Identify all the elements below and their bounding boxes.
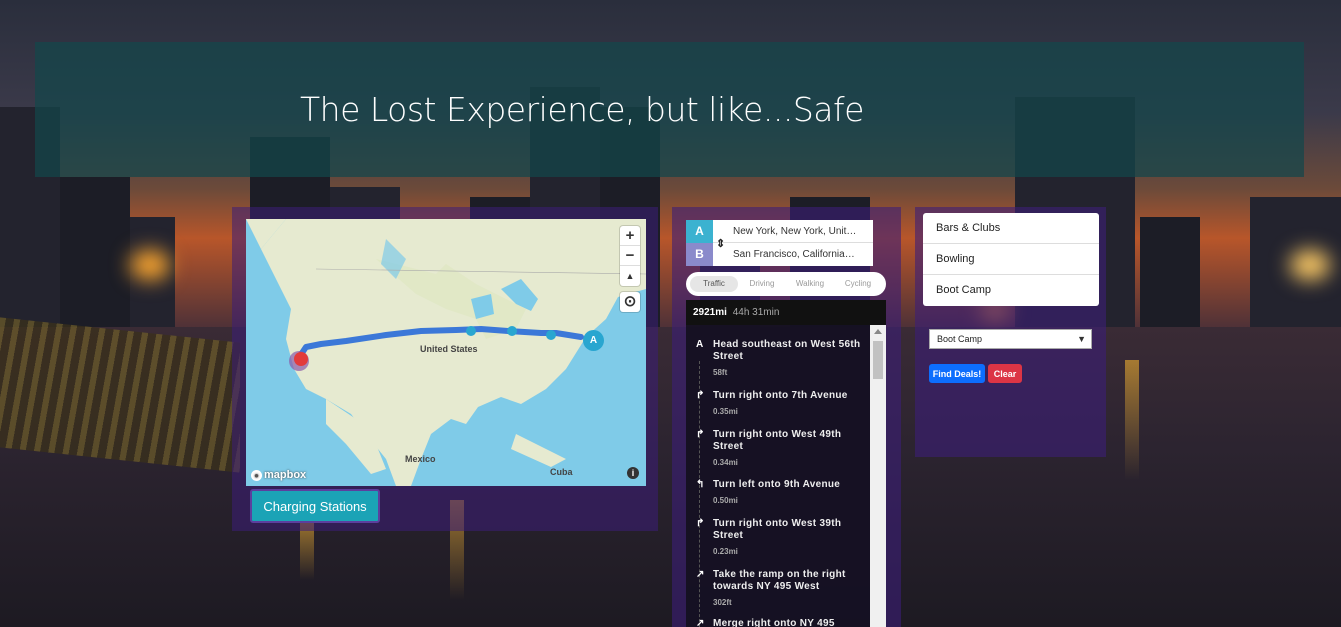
steps-list: A Head southeast on West 56th Street 58f… <box>686 325 870 627</box>
turn-left-icon: ↰ <box>696 479 705 490</box>
route-inputs: A New York, New York, United States B Sa… <box>686 220 873 266</box>
chevron-down-icon: ▼ <box>1077 334 1086 344</box>
route-map[interactable]: A United States Mexico Cuba + − ▲ ⊙ ● ma… <box>246 219 646 486</box>
route-duration: 44h 31min <box>732 307 780 318</box>
step-text: Merge right onto NY 495 <box>713 618 835 627</box>
locate-icon[interactable]: ⊙ <box>620 292 640 312</box>
step-item[interactable]: A Head southeast on West 56th Street 58f… <box>686 339 870 377</box>
category-select[interactable]: Boot Camp ▼ <box>929 329 1092 349</box>
origin-input[interactable]: New York, New York, United States <box>713 220 873 243</box>
step-distance: 302ft <box>713 598 732 607</box>
travel-mode-tabs: Traffic Driving Walking Cycling <box>686 272 886 296</box>
clear-button[interactable]: Clear <box>988 364 1022 383</box>
scroll-up-icon[interactable] <box>874 329 882 334</box>
turn-right-icon: ↱ <box>696 518 705 529</box>
step-distance: 0.34mi <box>713 458 738 467</box>
step-item[interactable]: ↱ Turn right onto West 39th Street 0.23m… <box>686 518 870 556</box>
origin-letter: A <box>686 220 713 243</box>
mode-walking[interactable]: Walking <box>786 276 834 292</box>
mapbox-logo[interactable]: ● mapbox <box>251 469 306 481</box>
step-text: Turn right onto West 49th Street <box>713 429 842 452</box>
step-text: Turn left onto 9th Avenue <box>713 479 841 490</box>
steps-scrollbar[interactable] <box>870 325 886 627</box>
map-panel: A United States Mexico Cuba + − ▲ ⊙ ● ma… <box>232 207 658 531</box>
map-label-cuba: Cuba <box>550 467 573 477</box>
step-text: Turn right onto 7th Avenue <box>713 390 848 401</box>
step-item[interactable]: ↱ Turn right onto 7th Avenue 0.35mi <box>686 390 870 416</box>
origin-step-icon: A <box>696 339 704 350</box>
directions-panel: A New York, New York, United States B Sa… <box>672 207 901 627</box>
category-item[interactable]: Bars & Clubs <box>923 213 1099 244</box>
hero-banner: The Lost Experience, but like...Safe <box>35 42 1304 177</box>
deals-panel: Bars & Clubs Bowling Boot Camp Boot Camp… <box>915 207 1106 457</box>
step-distance: 0.50mi <box>713 496 738 505</box>
map-label-united-states: United States <box>420 344 478 354</box>
destination-input[interactable]: San Francisco, California, United States <box>713 243 873 266</box>
turn-right-icon: ↱ <box>696 429 705 440</box>
category-select-value: Boot Camp <box>937 334 983 344</box>
route-summary: 2921mi 44h 31min <box>686 300 886 325</box>
compass-icon[interactable]: ▲ <box>620 266 640 286</box>
mapbox-icon: ● <box>251 469 262 481</box>
step-item[interactable]: ↗ Take the ramp on the right towards NY … <box>686 569 870 607</box>
step-text: Head southeast on West 56th Street <box>713 339 861 362</box>
geolocate-control: ⊙ <box>620 292 640 312</box>
marker-a[interactable]: A <box>583 330 604 351</box>
map-label-mexico: Mexico <box>405 454 436 464</box>
step-text: Take the ramp on the right towards NY 49… <box>713 569 846 592</box>
mode-cycling[interactable]: Cycling <box>834 276 882 292</box>
step-distance: 0.35mi <box>713 407 738 416</box>
category-list: Bars & Clubs Bowling Boot Camp <box>923 213 1099 306</box>
step-text: Turn right onto West 39th Street <box>713 518 842 541</box>
turn-right-icon: ↱ <box>696 390 705 401</box>
merge-right-icon: ↗ <box>696 618 705 627</box>
info-icon[interactable]: i <box>627 467 639 479</box>
mode-traffic[interactable]: Traffic <box>690 276 738 292</box>
step-distance: 0.23mi <box>713 547 738 556</box>
page-title: The Lost Experience, but like...Safe <box>300 90 864 129</box>
step-item[interactable]: ↰ Turn left onto 9th Avenue 0.50mi <box>686 479 870 505</box>
category-item[interactable]: Boot Camp <box>923 275 1099 306</box>
mode-driving[interactable]: Driving <box>738 276 786 292</box>
swap-icon[interactable]: ⇕ <box>716 237 725 250</box>
step-item[interactable]: ↗ Merge right onto NY 495 <box>686 618 870 627</box>
destination-letter: B <box>686 243 713 266</box>
route-distance: 2921mi <box>693 307 727 318</box>
ramp-right-icon: ↗ <box>696 569 705 580</box>
step-item[interactable]: ↱ Turn right onto West 49th Street 0.34m… <box>686 429 870 467</box>
zoom-in-button[interactable]: + <box>620 226 640 246</box>
scroll-thumb[interactable] <box>873 341 883 379</box>
charging-stations-button[interactable]: Charging Stations <box>250 489 380 523</box>
category-item[interactable]: Bowling <box>923 244 1099 275</box>
find-deals-button[interactable]: Find Deals! <box>929 364 985 383</box>
step-distance: 58ft <box>713 368 728 377</box>
route-instructions: 2921mi 44h 31min A Head southeast on Wes… <box>686 300 886 627</box>
zoom-controls: + − ▲ <box>620 226 640 286</box>
zoom-out-button[interactable]: − <box>620 246 640 266</box>
mapbox-wordmark: mapbox <box>264 469 307 481</box>
